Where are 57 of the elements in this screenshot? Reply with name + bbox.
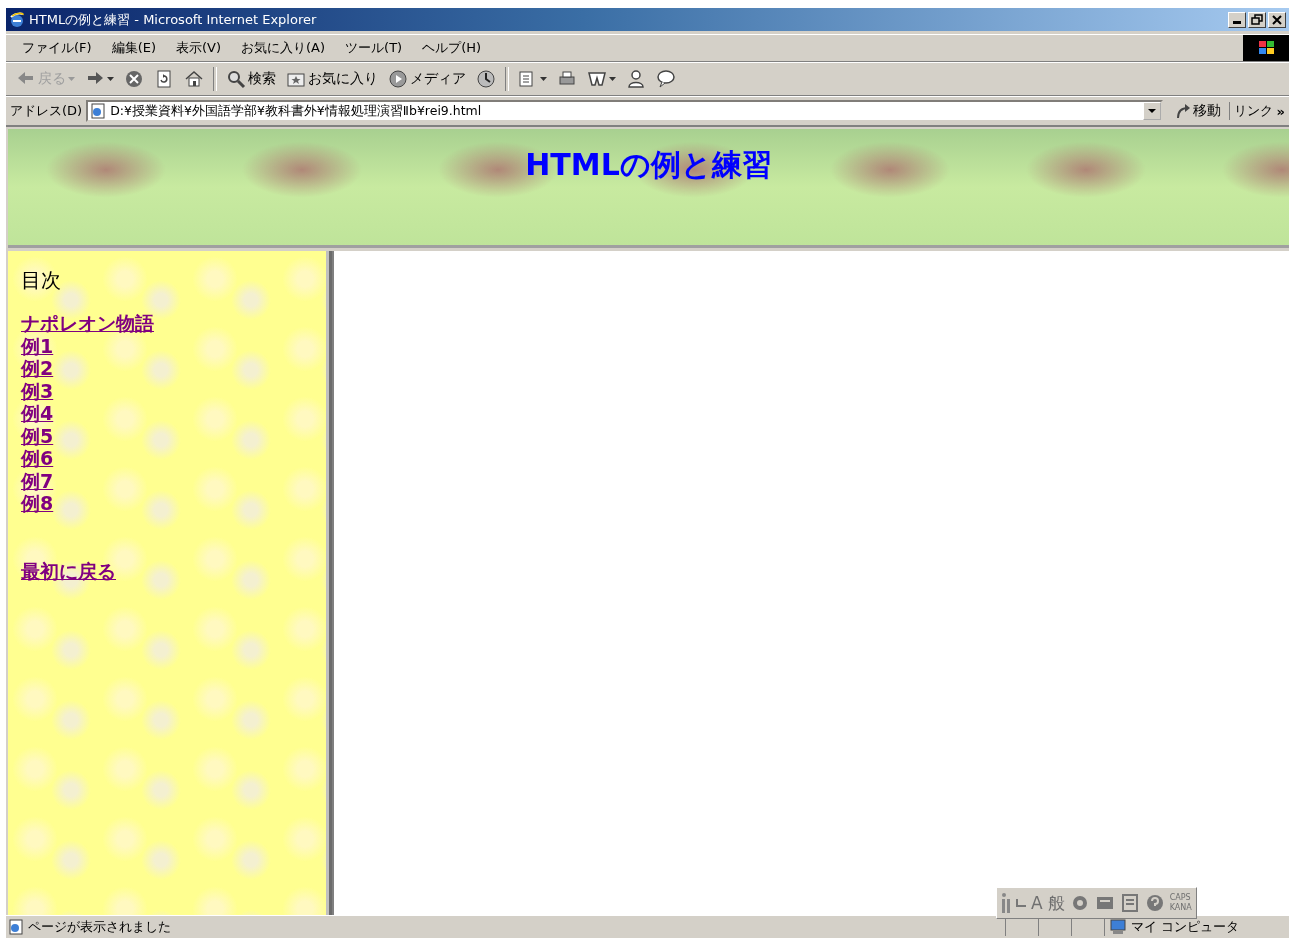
zone-label: マイ コンピュータ (1131, 918, 1240, 936)
dropdown-button[interactable] (1142, 102, 1161, 120)
home-icon (184, 69, 204, 89)
search-icon (226, 69, 246, 89)
address-label: アドレス(D) (10, 102, 83, 120)
page-heading: HTMLの例と練習 (525, 146, 772, 184)
caps-indicator: CAPS (1169, 893, 1192, 903)
computer-icon (1109, 919, 1127, 935)
minimize-icon (1233, 20, 1241, 24)
page-icon (90, 103, 107, 119)
page-icon (8, 919, 24, 935)
caret-icon (1147, 109, 1156, 113)
windows-flag-icon (1257, 40, 1275, 56)
toc-link[interactable]: 例8 (21, 492, 54, 515)
go-button[interactable]: 移動 (1166, 102, 1230, 120)
underscore-icon (1016, 899, 1026, 907)
refresh-icon (154, 69, 174, 89)
chevron-button[interactable]: » (1276, 103, 1289, 119)
toc-link[interactable]: 例5 (21, 424, 54, 447)
toc-link[interactable]: 例4 (21, 402, 54, 425)
restore-button[interactable] (1248, 11, 1266, 28)
menu-item[interactable]: ファイル(F) (12, 39, 102, 57)
minimize-button[interactable] (1228, 11, 1246, 28)
speech-bubble-icon (656, 69, 676, 89)
sidebar-title: 目次 (21, 267, 62, 294)
toc-link[interactable]: 例3 (21, 379, 54, 402)
edit-icon (587, 69, 607, 89)
close-icon (1270, 12, 1284, 27)
address-field[interactable]: D:¥授業資料¥外国語学部¥教科書外¥情報処理演習Ⅱb¥rei9.html (86, 100, 1163, 122)
ime-handle-icon (1001, 892, 1011, 914)
menu-item[interactable]: ツール(T) (335, 39, 413, 57)
menu-item[interactable]: お気に入り(A) (231, 39, 336, 57)
kana-indicator: KANA (1169, 903, 1192, 913)
menu-item[interactable]: 編集(E) (101, 39, 166, 57)
stop-icon (124, 69, 144, 89)
clock-icon (476, 69, 496, 89)
person-icon (626, 69, 646, 89)
toc-link[interactable]: 例2 (21, 357, 54, 380)
search-button[interactable]: 検索 (222, 67, 280, 91)
media-button[interactable]: メディア (384, 67, 470, 91)
links-label[interactable]: リンク (1233, 102, 1273, 120)
window-title: HTMLの例と練習 - Microsoft Internet Explorer (29, 10, 318, 29)
toc-link[interactable]: 例7 (21, 469, 54, 492)
dictionary-icon[interactable] (1119, 893, 1140, 913)
back-link[interactable]: 最初に戻る (21, 559, 116, 582)
toc-link[interactable]: ナポレオン物語 (21, 312, 154, 335)
toc-link[interactable]: 例6 (21, 447, 54, 470)
close-button[interactable] (1268, 11, 1286, 28)
menu-item[interactable]: ヘルプ(H) (412, 39, 492, 57)
toc-link[interactable]: 例1 (21, 334, 54, 357)
menu-item[interactable]: 表示(V) (166, 39, 232, 57)
curved-arrow-icon (1174, 103, 1191, 119)
browser-logo-icon (9, 11, 25, 28)
restore-icon (1250, 12, 1264, 27)
favorites-button[interactable]: お気に入り (282, 67, 382, 91)
status-text: ページが表示されました (28, 918, 172, 936)
help-icon[interactable] (1144, 893, 1165, 913)
